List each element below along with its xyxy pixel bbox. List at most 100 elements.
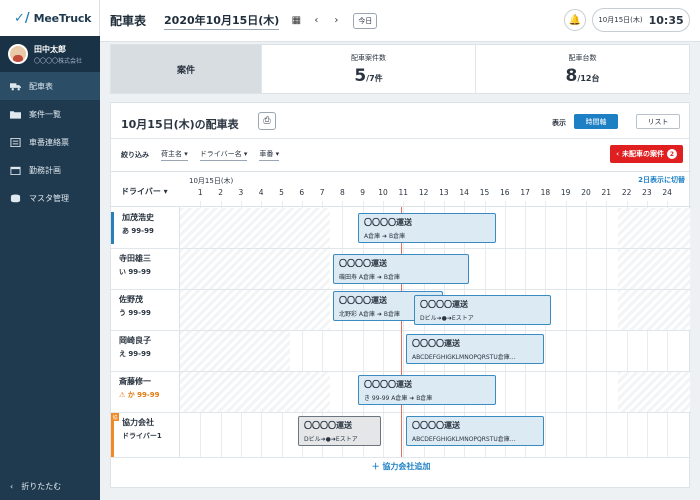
vehicles-value: 8 (565, 65, 578, 86)
hour-gridline (606, 201, 608, 457)
hour-label: 15 (479, 188, 490, 197)
job-card[interactable]: 〇〇〇〇運送 き 99-99 A倉庫 ➜ B倉庫 (358, 375, 496, 405)
driver-plate: か 99-99 (127, 391, 160, 399)
job-card-partner[interactable]: 〇〇〇〇運送 Dビル➜●➜Eストア (298, 416, 381, 446)
driver-name: 佐野茂 (119, 295, 143, 304)
summary-cases-tab[interactable]: 案件 (111, 45, 261, 93)
sidebar-item-label: 案件一覧 (29, 109, 61, 119)
off-hours (618, 372, 690, 412)
row-divider (111, 457, 691, 458)
date-selector[interactable]: 2020年10月15日(木) (164, 12, 280, 30)
hour-label: 9 (360, 188, 366, 197)
off-hours (180, 208, 330, 248)
timeline-grid: ドライバー ▾ 10月15日(木) 2日表示に切替 1 2 3 4 5 6 7 8 9 10 11 1… (111, 171, 691, 487)
hour-label: 4 (258, 188, 264, 197)
logo-mark-icon: ✓/ (14, 10, 30, 26)
add-partner-label: 協力会社追加 (382, 462, 431, 471)
vehicles-label: 配車台数 (568, 53, 597, 62)
driver-row-partner[interactable]: 協 協力会社 ドライバー1 (111, 413, 179, 457)
job-card[interactable]: 〇〇〇〇運送 ABCDEFGHIGKLMNOPQRSTU倉庫… (406, 334, 544, 364)
cases-value: 5 (354, 65, 367, 86)
filter-vehicle[interactable]: 車番 ▾ (259, 149, 280, 161)
add-partner-button[interactable]: ＋ 協力会社追加 (111, 461, 691, 472)
off-hours (180, 249, 330, 289)
filter-shipper-label: 荷主名 (161, 150, 182, 158)
column-separator (179, 207, 180, 457)
driver-column-header[interactable]: ドライバー ▾ (121, 186, 168, 197)
job-route: 磯田寿 A倉庫 ➜ B倉庫 (339, 274, 400, 281)
folder-icon (10, 110, 21, 119)
divider (111, 138, 689, 139)
hour-label: 22 (621, 188, 632, 197)
user-company: 〇〇〇〇株式会社 (34, 57, 83, 65)
driver-row-sano[interactable]: 佐野茂 う 99-99 (111, 294, 179, 326)
job-card[interactable]: 〇〇〇〇運送 磯田寿 A倉庫 ➜ B倉庫 (333, 254, 469, 284)
off-hours (618, 208, 690, 248)
driver-name: 協力会社 (122, 418, 154, 427)
collapse-label: 折りたたむ (21, 482, 62, 491)
driver-name: 岡崎良子 (119, 336, 151, 345)
hour-label: 14 (459, 188, 469, 197)
user-profile[interactable]: 田中太郎 〇〇〇〇株式会社 (0, 36, 100, 72)
two-day-toggle[interactable]: 2日表示に切替 (638, 175, 685, 185)
job-card[interactable]: 〇〇〇〇運送 A倉庫 ➜ B倉庫 (358, 213, 496, 243)
notification-bell-icon[interactable]: 🔔 (564, 9, 586, 31)
user-name: 田中太郎 (34, 44, 66, 54)
summary-bar: 案件 配車案件数 5/7件 配車台数 8/12台 (110, 44, 690, 94)
truck-icon (10, 82, 21, 90)
clock-time: 10:35 (648, 13, 684, 27)
driver-row-saito[interactable]: 斎藤修一 ⚠ か 99-99 (111, 376, 179, 408)
driver-row-okazaki[interactable]: 岡崎良子 え 99-99 (111, 335, 179, 367)
sidebar: ✓/ MeeTruck 田中太郎 〇〇〇〇株式会社 配車表 案件一覧 車番連絡票… (0, 0, 100, 500)
sidebar-item-work-plan[interactable]: 勤務計画 (0, 156, 100, 184)
document-icon (10, 137, 21, 147)
driver-header-label: ドライバー (121, 187, 161, 196)
view-timeline-button[interactable]: 時間軸 (574, 114, 618, 129)
sidebar-item-master[interactable]: マスタ管理 (0, 184, 100, 212)
filter-label: 絞り込み (121, 151, 149, 159)
clock: 10月15日(木) 10:35 (592, 8, 690, 32)
sidebar-item-label: マスタ管理 (29, 193, 69, 203)
view-list-button[interactable]: リスト (636, 114, 680, 129)
driver-row-kamo[interactable]: 加茂浩史 あ 99-99 (111, 212, 179, 244)
job-card[interactable]: 〇〇〇〇運送 Dビル➜●➜Eストア (414, 295, 551, 325)
filter-driver-label: ドライバー名 (199, 150, 242, 158)
filter-shipper[interactable]: 荷主名 ▾ (161, 149, 188, 161)
filter-driver[interactable]: ドライバー名 ▾ (199, 149, 248, 161)
sidebar-item-dispatch-table[interactable]: 配車表 (0, 72, 100, 100)
vehicles-unit: /12台 (577, 73, 600, 83)
sidebar-item-cases[interactable]: 案件一覧 (0, 100, 100, 128)
today-button[interactable]: 今日 (353, 12, 378, 29)
collapse-button[interactable]: ‹ 折りたたむ (10, 481, 61, 492)
page-title: 配車表 (110, 14, 147, 28)
job-card[interactable]: 〇〇〇〇運送 ABCDEFGHIGKLMNOPQRSTU倉庫… (406, 416, 544, 446)
hour-label: 1 (197, 188, 203, 197)
chevron-left-icon[interactable]: ‹ (309, 14, 323, 28)
filter-bar: 絞り込み 荷主名 ▾ ドライバー名 ▾ 車番 ▾ (121, 149, 280, 161)
hour-label: 8 (340, 188, 345, 197)
print-icon[interactable]: ⎙ (258, 112, 276, 130)
plus-icon: ＋ (371, 462, 383, 471)
unassigned-label: 未配車の案件 (622, 150, 664, 158)
hour-label: 24 (662, 188, 672, 197)
hour-label: 13 (439, 188, 449, 197)
chevron-right-icon[interactable]: › (329, 14, 343, 28)
driver-row-terada[interactable]: 寺田雄三 い 99-99 (111, 253, 179, 285)
logo[interactable]: ✓/ MeeTruck (0, 0, 100, 36)
summary-first-label: 案件 (176, 65, 195, 76)
hour-label: 3 (238, 188, 244, 197)
off-hours (180, 331, 290, 371)
hour-label: 7 (319, 188, 325, 197)
sidebar-item-label: 勤務計画 (29, 165, 61, 175)
calendar-icon[interactable]: ▦ (289, 14, 303, 28)
sidebar-item-vehicle-notice[interactable]: 車番連絡票 (0, 128, 100, 156)
hour-label: 12 (418, 188, 429, 197)
calendar-icon (10, 166, 21, 175)
job-title: 〇〇〇〇運送 (304, 421, 352, 430)
hour-label: 2 (218, 188, 223, 197)
unassigned-cases-button[interactable]: ‹ 未配車の案件 2 (610, 145, 683, 163)
driver-plate: う 99-99 (119, 309, 151, 317)
hour-gridline (586, 201, 587, 457)
sidebar-item-label: 車番連絡票 (29, 137, 69, 147)
job-route: ABCDEFGHIGKLMNOPQRSTU倉庫… (412, 436, 516, 443)
